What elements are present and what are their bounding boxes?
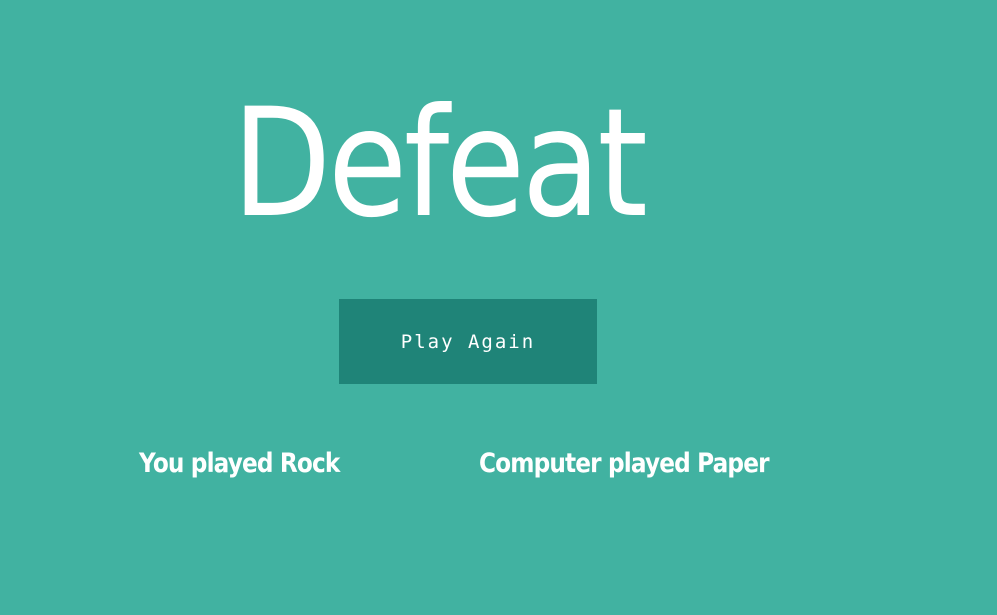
play-again-button[interactable]: Play Again bbox=[339, 299, 597, 384]
computer-move-text: Computer played Paper bbox=[479, 448, 770, 479]
result-title: Defeat bbox=[232, 77, 648, 251]
player-move-text: You played Rock bbox=[139, 448, 340, 479]
